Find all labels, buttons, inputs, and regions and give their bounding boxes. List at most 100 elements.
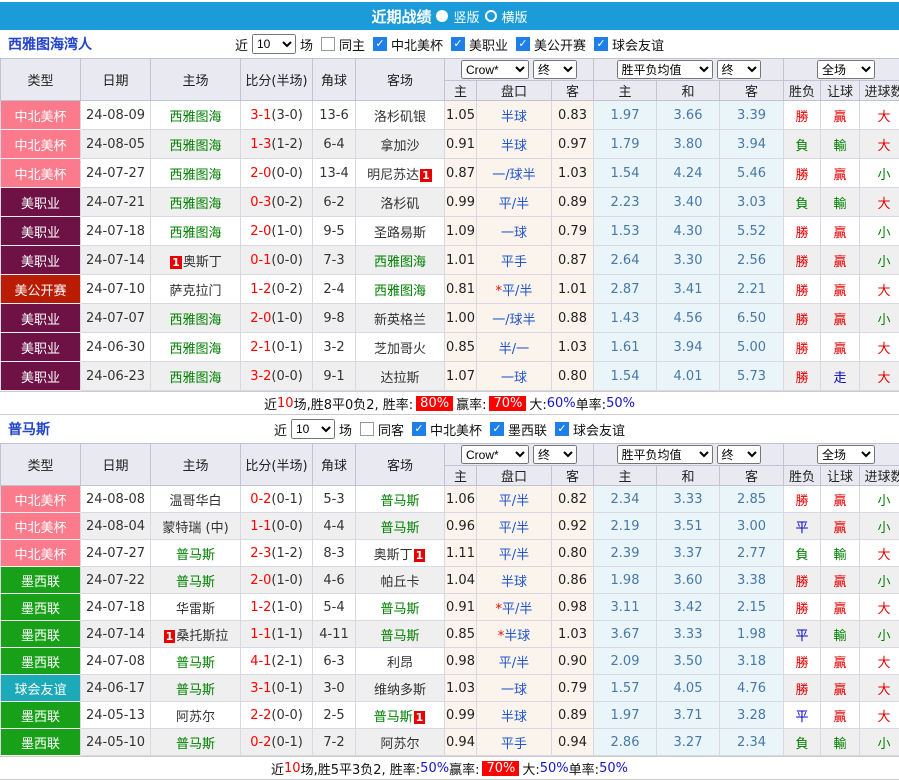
odds-time-select[interactable]: 终 [533, 60, 577, 79]
radio-vertical-label[interactable]: 竖版 [453, 7, 479, 26]
home-team[interactable]: 普马斯 [151, 540, 241, 567]
league-checkbox-1[interactable]: ✓ [490, 422, 504, 436]
avg-draw: 3.33 [657, 621, 720, 648]
home-team[interactable]: 普马斯 [151, 648, 241, 675]
league-checkbox-2[interactable]: ✓ [516, 37, 530, 51]
radio-horizontal-icon[interactable] [485, 10, 497, 22]
league-label-2[interactable]: 美公开赛 [534, 35, 586, 54]
same-venue-label[interactable]: 同客 [378, 420, 404, 439]
away-team[interactable]: 普马斯 [356, 621, 445, 648]
corners: 5-4 [313, 594, 356, 621]
away-team[interactable]: 新英格兰 [356, 304, 445, 333]
odds-time-select[interactable]: 终 [533, 445, 577, 464]
avg-away: 3.28 [720, 702, 784, 729]
avg-draw: 3.50 [657, 648, 720, 675]
team-name[interactable]: 西雅图海湾人 [8, 34, 92, 54]
away-team[interactable]: 西雅图海 [356, 246, 445, 275]
home-team[interactable]: 普马斯 [151, 567, 241, 594]
away-team[interactable]: 西雅图海 [356, 275, 445, 304]
away-team[interactable]: 普马斯 [356, 594, 445, 621]
avg-time-select[interactable]: 终 [717, 60, 761, 79]
red-card-badge: 1 [414, 549, 426, 562]
home-team[interactable]: 萨克拉门 [151, 275, 241, 304]
rate-badge: 70% [489, 396, 526, 411]
avg-draw: 4.05 [657, 675, 720, 702]
home-team[interactable]: 西雅图海 [151, 362, 241, 391]
same-venue-checkbox[interactable] [360, 422, 374, 436]
away-team[interactable]: 洛杉矶 [356, 188, 445, 217]
away-team[interactable]: 洛杉矶银 [356, 101, 445, 130]
home-team[interactable]: 1桑托斯拉 [151, 621, 241, 648]
scope-select[interactable]: 全场 [817, 445, 875, 464]
handicap: 半/一 [477, 333, 552, 362]
away-team[interactable]: 明尼苏达1 [356, 159, 445, 188]
match-date: 24-07-10 [81, 275, 151, 304]
near-count-select[interactable]: 10 [252, 34, 296, 54]
radio-vertical-selected-icon[interactable] [436, 10, 448, 22]
league-checkbox-0[interactable]: ✓ [373, 37, 387, 51]
score: 2-2(0-0) [241, 702, 313, 729]
league-label-1[interactable]: 美职业 [469, 35, 508, 54]
league-checkbox-2[interactable]: ✓ [555, 422, 569, 436]
odds-company-select[interactable]: Crow* [461, 445, 529, 464]
league-label-0[interactable]: 中北美杯 [430, 420, 482, 439]
away-team[interactable]: 达拉斯 [356, 362, 445, 391]
home-team[interactable]: 西雅图海 [151, 130, 241, 159]
league-type-badge: 美职业 [1, 304, 81, 333]
away-team[interactable]: 圣路易斯 [356, 217, 445, 246]
home-team[interactable]: 西雅图海 [151, 159, 241, 188]
summary-text: 赢率: [456, 394, 486, 413]
handicap: 平手 [477, 246, 552, 275]
home-team[interactable]: 温哥华白 [151, 486, 241, 513]
home-team[interactable]: 普马斯 [151, 729, 241, 756]
home-team[interactable]: 西雅图海 [151, 333, 241, 362]
home-team[interactable]: 西雅图海 [151, 188, 241, 217]
away-team[interactable]: 芝加哥火 [356, 333, 445, 362]
same-venue-checkbox[interactable] [321, 37, 335, 51]
away-team[interactable]: 普马斯 [356, 486, 445, 513]
avg-time-select[interactable]: 终 [717, 445, 761, 464]
away-team[interactable]: 维纳多斯 [356, 675, 445, 702]
home-team[interactable]: 阿苏尔 [151, 702, 241, 729]
summary-text: 场,胜5平3负2, 胜率: [301, 759, 421, 778]
away-team[interactable]: 普马斯 [356, 513, 445, 540]
corners: 2-4 [313, 275, 356, 304]
home-team[interactable]: 华雷斯 [151, 594, 241, 621]
filter-row: 西雅图海湾人 近10场同主✓中北美杯✓美职业✓美公开赛✓球会友谊 [0, 30, 899, 58]
away-team[interactable]: 普马斯1 [356, 702, 445, 729]
handicap: 半球 [477, 101, 552, 130]
league-label-1[interactable]: 墨西联 [508, 420, 547, 439]
home-team[interactable]: 普马斯 [151, 675, 241, 702]
result-wdl: 勝 [784, 567, 821, 594]
avg-type-select[interactable]: 胜平负均值 [617, 445, 713, 464]
league-checkbox-3[interactable]: ✓ [594, 37, 608, 51]
away-team[interactable]: 拿加沙 [356, 130, 445, 159]
scope-select[interactable]: 全场 [817, 60, 875, 79]
score: 4-1(2-1) [241, 648, 313, 675]
avg-type-select[interactable]: 胜平负均值 [617, 60, 713, 79]
same-venue-label[interactable]: 同主 [339, 35, 365, 54]
away-team[interactable]: 奥斯丁1 [356, 540, 445, 567]
home-team[interactable]: 蒙特瑞 (中) [151, 513, 241, 540]
avg-home: 2.87 [594, 275, 657, 304]
home-team[interactable]: 西雅图海 [151, 101, 241, 130]
home-team[interactable]: 西雅图海 [151, 217, 241, 246]
away-team[interactable]: 阿苏尔 [356, 729, 445, 756]
radio-horizontal-label[interactable]: 横版 [502, 7, 528, 26]
odds-company-select[interactable]: Crow* [461, 60, 529, 79]
odds-away: 0.87 [552, 246, 594, 275]
league-label-3[interactable]: 球会友谊 [612, 35, 664, 54]
league-checkbox-1[interactable]: ✓ [451, 37, 465, 51]
home-team[interactable]: 1奥斯丁 [151, 246, 241, 275]
odds-away: 0.89 [552, 188, 594, 217]
odds-source-header: Crow*终 [445, 59, 594, 81]
home-team[interactable]: 西雅图海 [151, 304, 241, 333]
near-count-select[interactable]: 10 [291, 419, 335, 439]
away-team[interactable]: 利昂 [356, 648, 445, 675]
league-label-2[interactable]: 球会友谊 [573, 420, 625, 439]
league-checkbox-0[interactable]: ✓ [412, 422, 426, 436]
away-team[interactable]: 帕丘卡 [356, 567, 445, 594]
league-label-0[interactable]: 中北美杯 [391, 35, 443, 54]
match-date: 24-06-23 [81, 362, 151, 391]
team-name[interactable]: 普马斯 [8, 419, 50, 439]
